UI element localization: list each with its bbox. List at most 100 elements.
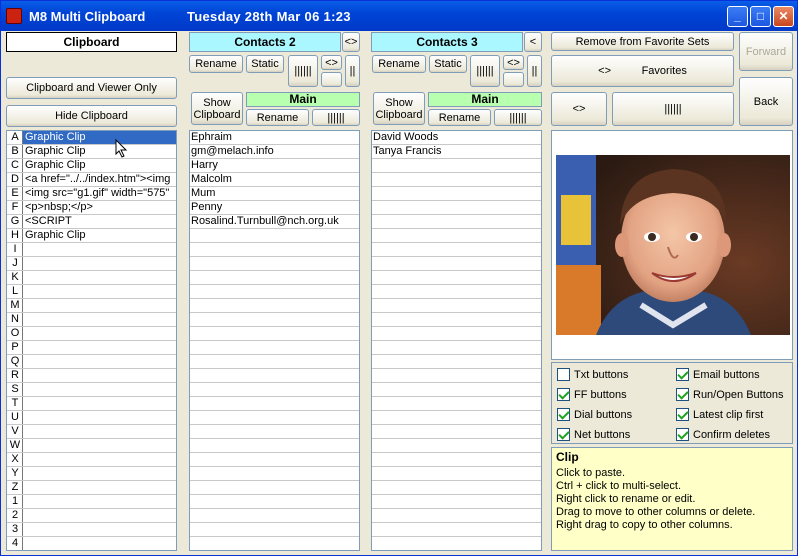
list-item-text[interactable] [373, 341, 541, 354]
option-checkbox[interactable]: Run/Open Buttons [676, 387, 784, 402]
checkbox-icon[interactable] [676, 408, 689, 421]
contacts2-small-button[interactable] [321, 72, 342, 87]
right-barcode-button[interactable]: |||||| [612, 92, 734, 126]
list-item[interactable] [190, 537, 359, 550]
list-item-text[interactable] [191, 509, 359, 522]
list-item[interactable] [190, 383, 359, 397]
clipboard-row[interactable]: W [7, 439, 176, 453]
checkbox-icon[interactable] [676, 388, 689, 401]
title-bar[interactable]: M8 Multi Clipboard Tuesday 28th Mar 06 1… [1, 1, 797, 31]
remove-favorites-button[interactable]: Remove from Favorite Sets [551, 32, 734, 51]
list-item-text[interactable] [373, 383, 541, 396]
list-item[interactable] [190, 425, 359, 439]
clip-text[interactable] [23, 411, 176, 424]
list-item[interactable] [372, 481, 541, 495]
list-item[interactable] [190, 271, 359, 285]
list-item[interactable]: Malcolm [190, 173, 359, 187]
list-item[interactable] [372, 467, 541, 481]
list-item-text[interactable] [373, 369, 541, 382]
list-item[interactable] [372, 187, 541, 201]
list-item-text[interactable] [191, 229, 359, 242]
list-item[interactable]: Harry [190, 159, 359, 173]
list-item[interactable] [190, 369, 359, 383]
clipboard-row[interactable]: U [7, 411, 176, 425]
contacts2-list[interactable]: Ephraim gm@melach.info Harry Malcolm Mum Penn… [189, 130, 360, 551]
list-item[interactable] [372, 383, 541, 397]
list-item-text[interactable] [191, 313, 359, 326]
clip-text[interactable]: <img src="g1.gif" width="575" [23, 187, 176, 200]
clipboard-row[interactable]: M [7, 299, 176, 313]
clipboard-row[interactable]: Q [7, 355, 176, 369]
list-item[interactable] [372, 285, 541, 299]
contacts3-list[interactable]: David Woods Tanya Francis [371, 130, 542, 551]
list-item[interactable] [372, 453, 541, 467]
list-item[interactable] [190, 327, 359, 341]
contacts2-static-button[interactable]: Static [246, 55, 284, 73]
clip-text[interactable]: Graphic Clip [23, 131, 176, 144]
contacts3-swap-button[interactable]: <> [503, 55, 524, 70]
list-item-text[interactable] [191, 355, 359, 368]
list-item[interactable] [190, 257, 359, 271]
list-item[interactable] [372, 271, 541, 285]
contacts3-static-button[interactable]: Static [429, 55, 467, 73]
clipboard-row[interactable]: G <SCRIPT [7, 215, 176, 229]
contacts2-bar-button[interactable]: || [345, 55, 360, 87]
option-checkbox[interactable]: Confirm deletes [676, 427, 770, 442]
list-item[interactable] [372, 215, 541, 229]
favorites-button[interactable]: <> Favorites [551, 55, 734, 87]
clip-text[interactable]: Graphic Clip [23, 229, 176, 242]
list-item[interactable]: David Woods [372, 131, 541, 145]
list-item[interactable] [190, 411, 359, 425]
list-item-text[interactable] [191, 369, 359, 382]
list-item[interactable] [190, 481, 359, 495]
option-checkbox[interactable]: Net buttons [557, 427, 630, 442]
list-item-text[interactable] [191, 523, 359, 536]
list-item[interactable] [190, 467, 359, 481]
minimize-button[interactable]: _ [727, 6, 748, 27]
list-item-text[interactable] [373, 159, 541, 172]
list-item-text[interactable]: Mum [191, 187, 359, 200]
clip-text[interactable]: <a href="../../index.htm"><img [23, 173, 176, 186]
list-item[interactable] [372, 411, 541, 425]
list-item-text[interactable] [373, 355, 541, 368]
clipboard-row[interactable]: Z [7, 481, 176, 495]
contacts3-bar-button[interactable]: || [527, 55, 542, 87]
clip-text[interactable] [23, 369, 176, 382]
checkbox-icon[interactable] [676, 368, 689, 381]
contacts2-barcode-button[interactable]: |||||| [288, 55, 318, 87]
clip-text[interactable]: <p>nbsp;</p> [23, 201, 176, 214]
list-item[interactable] [372, 523, 541, 537]
list-item[interactable] [190, 243, 359, 257]
option-checkbox[interactable]: Dial buttons [557, 407, 632, 422]
list-item-text[interactable] [191, 439, 359, 452]
list-item[interactable] [190, 229, 359, 243]
maximize-button[interactable]: □ [750, 6, 771, 27]
clip-text[interactable] [23, 313, 176, 326]
list-item[interactable]: Ephraim [190, 131, 359, 145]
list-item-text[interactable] [191, 467, 359, 480]
list-item-text[interactable] [373, 173, 541, 186]
clipboard-row[interactable]: P [7, 341, 176, 355]
clip-text[interactable] [23, 327, 176, 340]
list-item-text[interactable]: gm@melach.info [191, 145, 359, 158]
forward-button[interactable]: Forward [739, 32, 793, 71]
list-item-text[interactable] [191, 425, 359, 438]
list-item-text[interactable] [373, 537, 541, 550]
list-item-text[interactable] [191, 285, 359, 298]
contacts3-rename-button[interactable]: Rename [372, 55, 426, 73]
clipboard-row[interactable]: K [7, 271, 176, 285]
list-item-text[interactable]: Penny [191, 201, 359, 214]
contacts3-nav-button[interactable]: < [524, 32, 542, 52]
list-item[interactable] [372, 299, 541, 313]
clip-text[interactable]: Graphic Clip [23, 159, 176, 172]
list-item[interactable] [190, 299, 359, 313]
list-item-text[interactable] [373, 299, 541, 312]
list-item[interactable] [372, 495, 541, 509]
clipboard-row[interactable]: D <a href="../../index.htm"><img [7, 173, 176, 187]
list-item-text[interactable] [191, 327, 359, 340]
list-item-text[interactable] [373, 257, 541, 270]
clip-text[interactable] [23, 453, 176, 466]
clip-text[interactable] [23, 481, 176, 494]
list-item-text[interactable]: David Woods [373, 131, 541, 144]
clipboard-row[interactable]: C Graphic Clip [7, 159, 176, 173]
